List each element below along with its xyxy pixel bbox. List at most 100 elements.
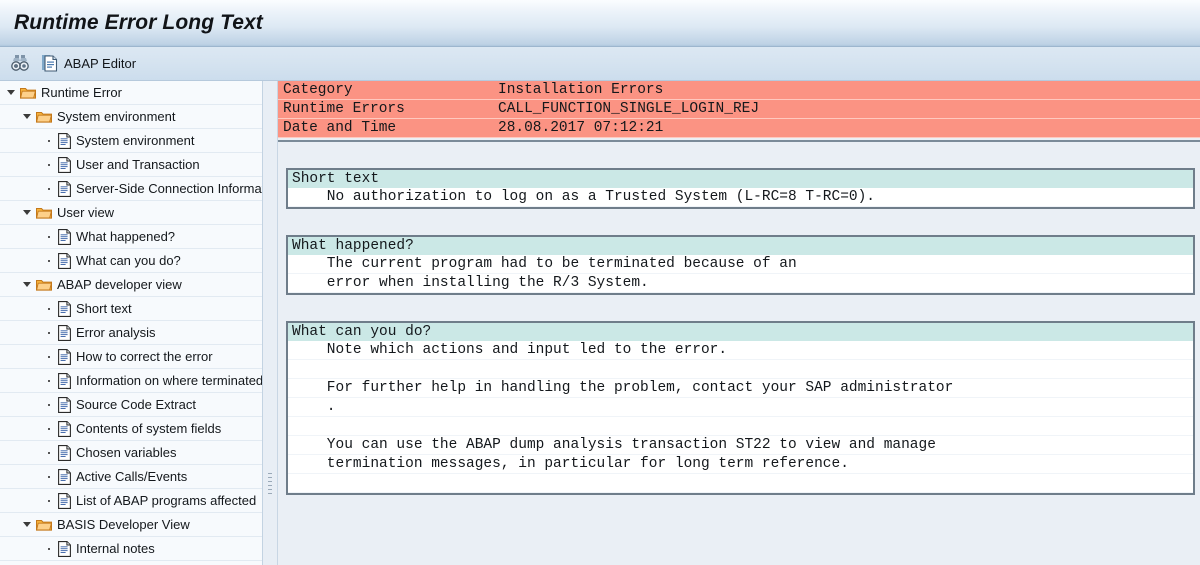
navigation-tree-panel: Runtime Error System environment System en… [0,81,263,565]
abap-editor-button[interactable]: ABAP Editor [35,50,141,78]
expand-triangle-icon[interactable] [22,279,33,290]
section-what-happened: What happened? The current program had t… [286,235,1195,295]
section-text-line: No authorization to log on as a Trusted … [288,188,1193,207]
document-icon [58,156,71,173]
tree-item-active-calls-in-sap-kernel[interactable]: Active Calls in SAP Kernel [0,561,262,565]
splitter-grip[interactable] [268,473,272,495]
tree-item-basis-developer-view[interactable]: BASIS Developer View [0,513,262,537]
binoculars-icon [10,53,30,75]
workspace: Runtime Error System environment System en… [0,81,1200,565]
tree-item-label: Server-Side Connection Information [76,181,262,196]
window-titlebar: Runtime Error Long Text [0,0,1200,47]
folder-icon [20,86,36,99]
tree-item-chosen-variables[interactable]: Chosen variables [0,441,262,465]
leaf-bullet-icon [44,375,55,386]
section-text-line: termination messages, in particular for … [288,455,1193,474]
tree-item-label: BASIS Developer View [57,517,190,532]
leaf-bullet-icon [44,159,55,170]
tree-item-label: System environment [57,109,176,124]
leaf-bullet-icon [44,399,55,410]
tree-item-user-view[interactable]: User view [0,201,262,225]
document-icon [58,228,71,245]
tree-item-how-to-correct-the-error[interactable]: How to correct the error [0,345,262,369]
tree-item-system-environment[interactable]: System environment [0,105,262,129]
find-button[interactable] [5,50,35,78]
error-detail-panel: Category Installation Errors Runtime Error… [278,81,1200,565]
section-text-line: . [288,398,1193,417]
section-short-text: Short text No authorization to log on as… [286,168,1195,209]
section-text-line: Note which actions and input led to the … [288,341,1193,360]
expand-triangle-icon[interactable] [22,519,33,530]
expand-triangle-icon[interactable] [6,87,17,98]
tree-item-label: How to correct the error [76,349,213,364]
section-text-line: You can use the ABAP dump analysis trans… [288,436,1193,455]
section-heading: Short text [288,170,1193,188]
error-header-key: Date and Time [278,118,498,138]
leaf-bullet-icon [44,495,55,506]
tree-item-contents-of-system-fields[interactable]: Contents of system fields [0,417,262,441]
error-header-key: Runtime Errors [278,99,498,119]
folder-icon [36,518,52,531]
tree-item-label: Chosen variables [76,445,177,460]
tree-item-label: Source Code Extract [76,397,196,412]
error-header-value: 28.08.2017 07:12:21 [498,118,1200,138]
tree-item-internal-notes[interactable]: Internal notes [0,537,262,561]
tree-item-label: Internal notes [76,541,155,556]
tree-item-label: What happened? [76,229,176,244]
error-header-key: Category [278,81,498,100]
tree-item-what-can-you-do[interactable]: What can you do? [0,249,262,273]
leaf-bullet-icon [44,351,55,362]
abap-editor-label: ABAP Editor [64,56,137,71]
tree-item-list-of-abap-programs-affected[interactable]: List of ABAP programs affected [0,489,262,513]
folder-icon [36,110,52,123]
tree-item-user-and-transaction[interactable]: User and Transaction [0,153,262,177]
tree-item-server-side-connection-information[interactable]: Server-Side Connection Information [0,177,262,201]
tree-item-label: Runtime Error [41,85,122,100]
document-icon [58,372,71,389]
error-header-value: Installation Errors [498,81,1200,100]
tree-item-label: User view [57,205,115,220]
tree-item-label: System environment [76,133,195,148]
document-icon [58,420,71,437]
expand-triangle-icon[interactable] [22,207,33,218]
document-icon [58,396,71,413]
tree-item-information-on-where-terminated[interactable]: Information on where terminated [0,369,262,393]
abap-editor-icon [40,53,59,75]
tree-item-source-code-extract[interactable]: Source Code Extract [0,393,262,417]
tree-item-label: Information on where terminated [76,373,262,388]
tree-item-system-environment[interactable]: System environment [0,129,262,153]
tree-item-runtime-error[interactable]: Runtime Error [0,81,262,105]
leaf-bullet-icon [44,471,55,482]
section-text-line [288,417,1193,436]
document-icon [58,348,71,365]
tree-item-label: Active Calls/Events [76,469,188,484]
leaf-bullet-icon [44,543,55,554]
expand-triangle-icon[interactable] [22,111,33,122]
tree-item-label: What can you do? [76,253,181,268]
tree-item-label: Contents of system fields [76,421,222,436]
tree-item-error-analysis[interactable]: Error analysis [0,321,262,345]
leaf-bullet-icon [44,255,55,266]
error-header-row: Category Installation Errors [278,81,1200,100]
tree-item-label: ABAP developer view [57,277,182,292]
tree-item-abap-developer-view[interactable]: ABAP developer view [0,273,262,297]
tree-item-short-text[interactable]: Short text [0,297,262,321]
document-icon [58,468,71,485]
document-icon [58,324,71,341]
toolbar: ABAP Editor [0,47,1200,81]
section-heading: What can you do? [288,323,1193,341]
tree-item-label: User and Transaction [76,157,200,172]
document-icon [58,300,71,317]
navigation-tree[interactable]: Runtime Error System environment System en… [0,81,262,565]
tree-item-active-calls-events[interactable]: Active Calls/Events [0,465,262,489]
section-text-line: error when installing the R/3 System. [288,274,1193,293]
tree-item-what-happened[interactable]: What happened? [0,225,262,249]
leaf-bullet-icon [44,447,55,458]
leaf-bullet-icon [44,135,55,146]
document-icon [58,540,71,557]
panel-splitter[interactable] [263,81,278,565]
leaf-bullet-icon [44,183,55,194]
document-icon [58,180,71,197]
tree-item-label: List of ABAP programs affected [76,493,257,508]
